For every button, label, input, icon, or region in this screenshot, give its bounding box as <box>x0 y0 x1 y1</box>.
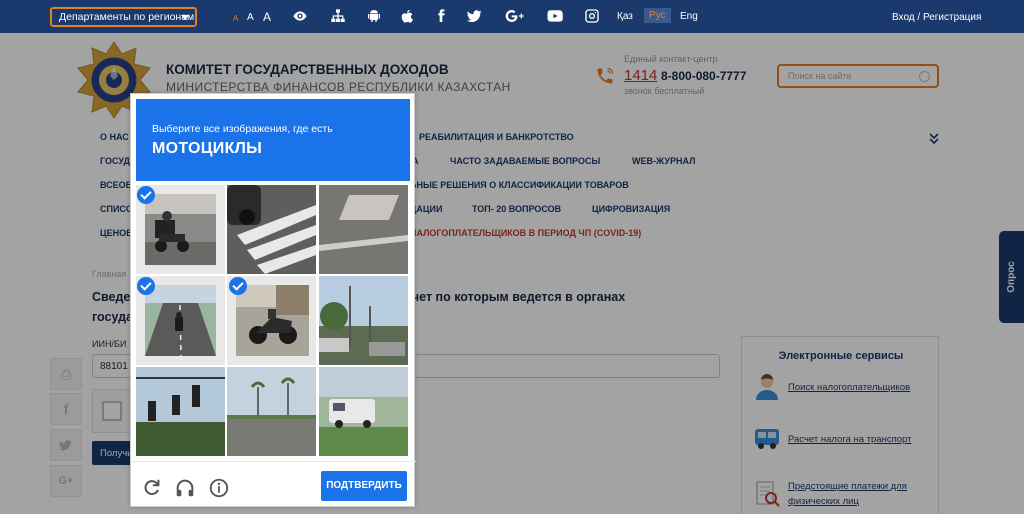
tile-image-palm-road <box>227 367 316 456</box>
captcha-tile-2[interactable] <box>227 185 316 274</box>
captcha-target-word: МОТОЦИКЛЫ <box>152 140 263 157</box>
lang-kz[interactable]: Қаз <box>617 11 633 22</box>
tile-image-crosswalk <box>227 185 316 274</box>
captcha-tile-9[interactable] <box>319 367 408 456</box>
sitemap-icon[interactable] <box>329 8 347 24</box>
captcha-footer-divider <box>131 461 416 462</box>
verify-button[interactable]: ПОДТВЕРДИТЬ <box>321 471 407 501</box>
lang-en[interactable]: Eng <box>680 11 698 22</box>
captcha-tile-8[interactable] <box>227 367 316 456</box>
reload-icon[interactable] <box>141 477 163 499</box>
tile-image-road-marking <box>319 185 408 274</box>
eye-icon[interactable] <box>291 8 309 24</box>
captcha-tile-3[interactable] <box>319 185 408 274</box>
info-icon[interactable] <box>208 477 230 499</box>
captcha-header: Выберите все изображения, где есть МОТОЦ… <box>136 99 410 181</box>
google-plus-icon[interactable] <box>505 8 525 24</box>
headphones-icon[interactable] <box>174 477 196 499</box>
lang-ru[interactable]: Рус <box>644 8 671 23</box>
departments-label: Департаменты по регионам <box>59 11 195 23</box>
login-link[interactable]: Вход / Регистрация <box>892 12 981 23</box>
android-icon[interactable] <box>365 8 383 24</box>
tile-image-van <box>319 367 408 456</box>
tile-5-check-icon <box>229 277 247 295</box>
tile-image-motorcycle-1 <box>145 194 216 265</box>
font-size-small[interactable]: A <box>233 14 238 23</box>
facebook-icon[interactable] <box>432 8 450 24</box>
captcha-instruction: Выберите все изображения, где есть <box>152 123 333 135</box>
twitter-icon[interactable] <box>466 8 484 24</box>
captcha-tile-6[interactable] <box>319 276 408 365</box>
tile-4-check-icon <box>137 277 155 295</box>
apple-icon[interactable] <box>398 8 416 24</box>
tile-image-traffic-lights <box>136 367 225 456</box>
tile-image-motorcycle-2 <box>145 285 216 356</box>
tile-image-intersection <box>319 276 408 365</box>
font-size-large[interactable]: A <box>263 10 271 24</box>
captcha-target: МОТОЦИКЛЫ <box>152 140 262 158</box>
tile-image-motorcycle-3 <box>236 285 309 356</box>
font-size-medium[interactable]: A <box>247 12 254 23</box>
captcha-challenge: Выберите все изображения, где есть МОТОЦ… <box>130 93 416 507</box>
captcha-tile-7[interactable] <box>136 367 225 456</box>
departments-dropdown[interactable]: Департаменты по регионам <box>50 7 197 27</box>
tile-1-check-icon <box>137 186 155 204</box>
youtube-icon[interactable] <box>545 8 565 24</box>
instagram-icon[interactable] <box>583 8 601 24</box>
top-bar: Департаменты по регионам A A A Қаз Рус E… <box>0 0 1024 33</box>
caret-down-icon <box>181 15 189 20</box>
